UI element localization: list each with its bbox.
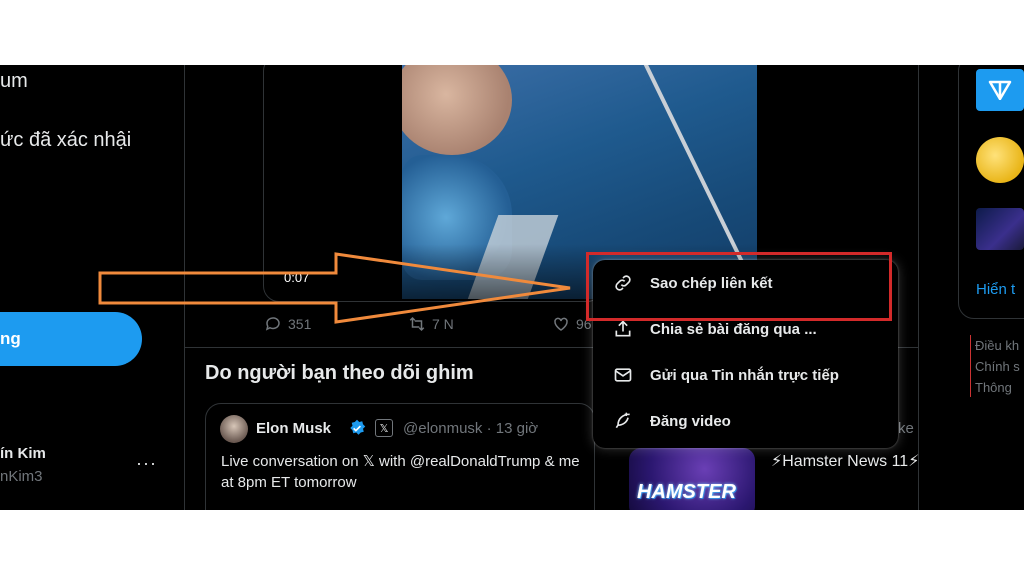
show-more-link[interactable]: Hiển t <box>976 281 1015 298</box>
author-handle: @elonmusk · 13 giờ <box>403 420 539 437</box>
app-screen: um ức đã xác nhậi ng ín Kim nKim3 ··· 0:… <box>0 65 1024 510</box>
trend-image-label: HAMSTER <box>637 481 736 503</box>
tweet-text: Live conversation on 𝕏 with @realDonaldT… <box>221 453 580 491</box>
annotation-arrow-icon <box>98 252 571 324</box>
video-frame-detail <box>402 65 512 155</box>
pinned-section-title: Do người bạn theo dõi ghim <box>205 362 474 384</box>
avatar[interactable] <box>220 415 248 443</box>
sidebar-item-premium[interactable]: um <box>0 70 28 93</box>
mail-icon <box>614 368 632 382</box>
avatar[interactable] <box>976 137 1024 183</box>
annotation-highlight-box <box>586 252 892 321</box>
trend-more-button[interactable]: ke <box>898 420 914 437</box>
feather-icon <box>615 412 630 429</box>
verified-badge-icon <box>350 419 366 435</box>
ton-logo-icon[interactable] <box>976 69 1024 111</box>
menu-item-label: Chia sẻ bài đăng qua ... <box>650 320 817 338</box>
column-divider <box>918 65 919 510</box>
annotation-dash <box>970 335 971 397</box>
menu-item-label: Đăng video <box>650 412 731 430</box>
author-name[interactable]: Elon Musk <box>256 420 331 437</box>
x-affiliate-badge: 𝕏 <box>375 419 393 437</box>
diamond-icon <box>988 80 1012 100</box>
account-name[interactable]: ín Kim <box>0 445 46 462</box>
menu-item-label: Gửi qua Tin nhắn trực tiếp <box>650 366 839 384</box>
footer-link-info[interactable]: Thông <box>975 380 1012 395</box>
trend-image[interactable]: HAMSTER <box>629 448 755 510</box>
sidebar-item-verified-orgs[interactable]: ức đã xác nhậi <box>0 129 131 152</box>
avatar[interactable] <box>976 208 1024 250</box>
account-handle[interactable]: nKim3 <box>0 468 43 485</box>
footer-link-privacy[interactable]: Chính s <box>975 359 1020 374</box>
menu-item-send-dm[interactable]: Gửi qua Tin nhắn trực tiếp <box>593 352 898 398</box>
share-icon <box>615 320 631 337</box>
footer-link-terms[interactable]: Điều kh <box>975 338 1019 353</box>
menu-item-post-video[interactable]: Đăng video <box>593 398 898 444</box>
trend-text[interactable]: ⚡Hamster News 11⚡ <box>771 451 921 473</box>
account-more-button[interactable]: ··· <box>136 453 157 474</box>
